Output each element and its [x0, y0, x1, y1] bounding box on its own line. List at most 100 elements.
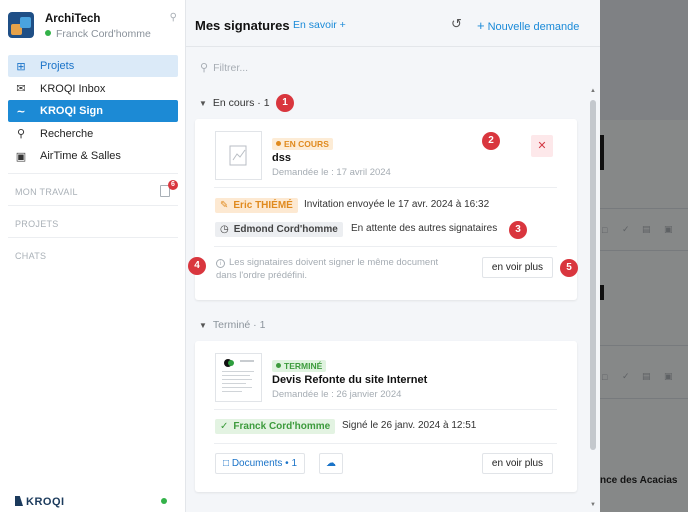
info-icon: i [216, 259, 225, 268]
request-date: Demandée le : 17 avril 2024 [272, 167, 391, 178]
sidebar: ArchiTech Franck Cord'homme ⚲ ⊞ Projets … [0, 0, 186, 512]
see-more-button[interactable]: en voir plus [482, 257, 553, 278]
section-mon-travail[interactable]: MON TRAVAIL 6 [8, 173, 178, 205]
chevron-down-icon: ▼ [199, 99, 207, 108]
file-icon: □ [602, 225, 608, 235]
cancel-request-button[interactable]: ✕ [531, 135, 553, 157]
sidebar-item-label: AirTime & Salles [40, 150, 121, 162]
signature-doc-icon [229, 145, 247, 166]
grid-icon: ⊞ [16, 60, 26, 73]
document-icon: □ [223, 458, 232, 469]
learn-more-link[interactable]: En savoir + [293, 19, 346, 31]
header-divider [186, 46, 600, 47]
briefcase-icon: ▣ [664, 224, 673, 234]
group-label: Terminé · 1 [212, 319, 266, 331]
document-thumbnail [215, 131, 262, 180]
chevron-down-icon: ▼ [199, 321, 207, 330]
sidebar-item-recherche[interactable]: ⚲ Recherche [8, 123, 178, 145]
background-row-divider [600, 398, 688, 399]
status-label: EN COURS [284, 139, 329, 149]
pin-icon[interactable]: ⚲ [170, 12, 177, 23]
check-icon: ✓ [220, 421, 229, 432]
check-icon: ✓ [622, 371, 630, 381]
search-icon: ⚲ [16, 128, 26, 140]
signature-card-in-progress[interactable]: EN COURS dss Demandée le : 17 avril 2024… [195, 119, 577, 300]
check-icon: ✓ [622, 224, 630, 234]
group-label: En cours · 1 [212, 97, 270, 109]
divider [214, 246, 557, 247]
search-icon: ⚲ [200, 62, 209, 74]
divider [214, 443, 557, 444]
connection-status-dot [161, 498, 167, 504]
sender-name: Eric THIÉMÉ [233, 200, 293, 211]
see-more-button[interactable]: en voir plus [482, 453, 553, 474]
sidebar-item-airtime[interactable]: ▣ AirTime & Salles [8, 145, 178, 167]
info-line: dans l'ordre prédéfini. [216, 270, 308, 281]
group-done[interactable]: ▼ Terminé · 1 [199, 319, 265, 331]
new-request-button[interactable]: + Nouvelle demande [477, 18, 579, 33]
divider [214, 187, 557, 188]
workspace-switcher[interactable]: ArchiTech Franck Cord'homme ⚲ [8, 11, 178, 41]
brand-name: KROQI [26, 496, 65, 508]
pen-icon: ✎ [220, 200, 229, 211]
status-badge: TERMINÉ [272, 360, 327, 372]
video-icon: ▣ [15, 150, 27, 163]
background-row-divider [600, 208, 688, 209]
background-overlay: □ ✓ ▤ ▣ □ ✓ ▤ ▣ nce des Acacias [600, 0, 688, 512]
refresh-icon[interactable]: ↺ [451, 16, 462, 32]
signer-status: Signé le 26 janv. 2024 à 12:51 [342, 420, 477, 431]
scroll-up-arrow[interactable]: ▲ [590, 88, 596, 94]
background-block [600, 285, 604, 300]
calendar-icon: ▤ [642, 224, 651, 234]
sender-status: Invitation envoyée le 17 avr. 2024 à 16:… [304, 199, 490, 210]
documents-button[interactable]: □ Documents • 1 [215, 453, 306, 474]
sender-chip: ✎ Eric THIÉMÉ [215, 198, 298, 213]
sidebar-item-projets[interactable]: ⊞ Projets [8, 55, 178, 77]
info-line: Les signataires doivent signer le même d… [229, 257, 439, 268]
document-preview-icon [222, 359, 254, 392]
section-label: PROJETS [15, 219, 59, 229]
page-title: Mes signatures [195, 18, 290, 33]
signature-card-done[interactable]: TERMINÉ Devis Refonte du site Internet D… [195, 341, 577, 492]
workspace-logo [8, 12, 34, 38]
online-status-dot [45, 30, 51, 36]
cloud-download-icon[interactable]: ☁ [319, 453, 343, 474]
request-date: Demandée le : 26 janvier 2024 [272, 389, 402, 400]
scroll-down-arrow[interactable]: ▼ [590, 502, 596, 508]
background-page [600, 120, 688, 512]
section-projets[interactable]: PROJETS [8, 205, 178, 237]
section-label: MON TRAVAIL [15, 187, 78, 197]
briefcase-icon: ▣ [664, 371, 673, 381]
filter-placeholder: Filtrer... [213, 62, 249, 74]
file-icon: □ [602, 372, 608, 382]
scrollbar[interactable]: ▲ ▼ [588, 88, 598, 512]
sidebar-item-label: KROQI Sign [40, 105, 103, 117]
scrollbar-thumb[interactable] [590, 100, 596, 450]
sidebar-item-kroqi-inbox[interactable]: ✉ KROQI Inbox [8, 78, 178, 100]
status-label: TERMINÉ [284, 361, 323, 371]
document-name: Devis Refonte du site Internet [272, 374, 428, 386]
filter-input[interactable]: ⚲ Filtrer... [200, 61, 248, 74]
user-name: Franck Cord'homme [56, 28, 151, 40]
workspace-user: Franck Cord'homme [45, 28, 151, 40]
signature-icon: ∼ [16, 105, 26, 118]
background-block [600, 135, 604, 170]
signer-chip: ◷ Edmond Cord'homme [215, 222, 343, 237]
callout-marker: 1 [276, 94, 294, 112]
document-thumbnail [215, 353, 262, 402]
group-in-progress[interactable]: ▼ En cours · 1 [199, 97, 270, 109]
background-project-name: nce des Acacias [600, 475, 678, 486]
documents-label: Documents • 1 [231, 458, 298, 469]
section-chats[interactable]: CHATS [8, 237, 178, 269]
sidebar-nav: ⊞ Projets ✉ KROQI Inbox ∼ KROQI Sign ⚲ R… [8, 55, 178, 168]
plus-icon: + [477, 18, 485, 33]
notification-badge: 6 [168, 180, 178, 190]
signer-name: Franck Cord'homme [233, 421, 331, 432]
inbox-icon: ✉ [16, 83, 26, 95]
signing-order-info: i Les signataires doivent signer le même … [216, 256, 438, 282]
signer-name: Edmond Cord'homme [233, 224, 338, 235]
status-badge: EN COURS [272, 138, 333, 150]
sidebar-item-kroqi-sign[interactable]: ∼ KROQI Sign [8, 100, 178, 122]
calendar-icon: ▤ [642, 371, 651, 381]
background-row-divider [600, 250, 688, 251]
